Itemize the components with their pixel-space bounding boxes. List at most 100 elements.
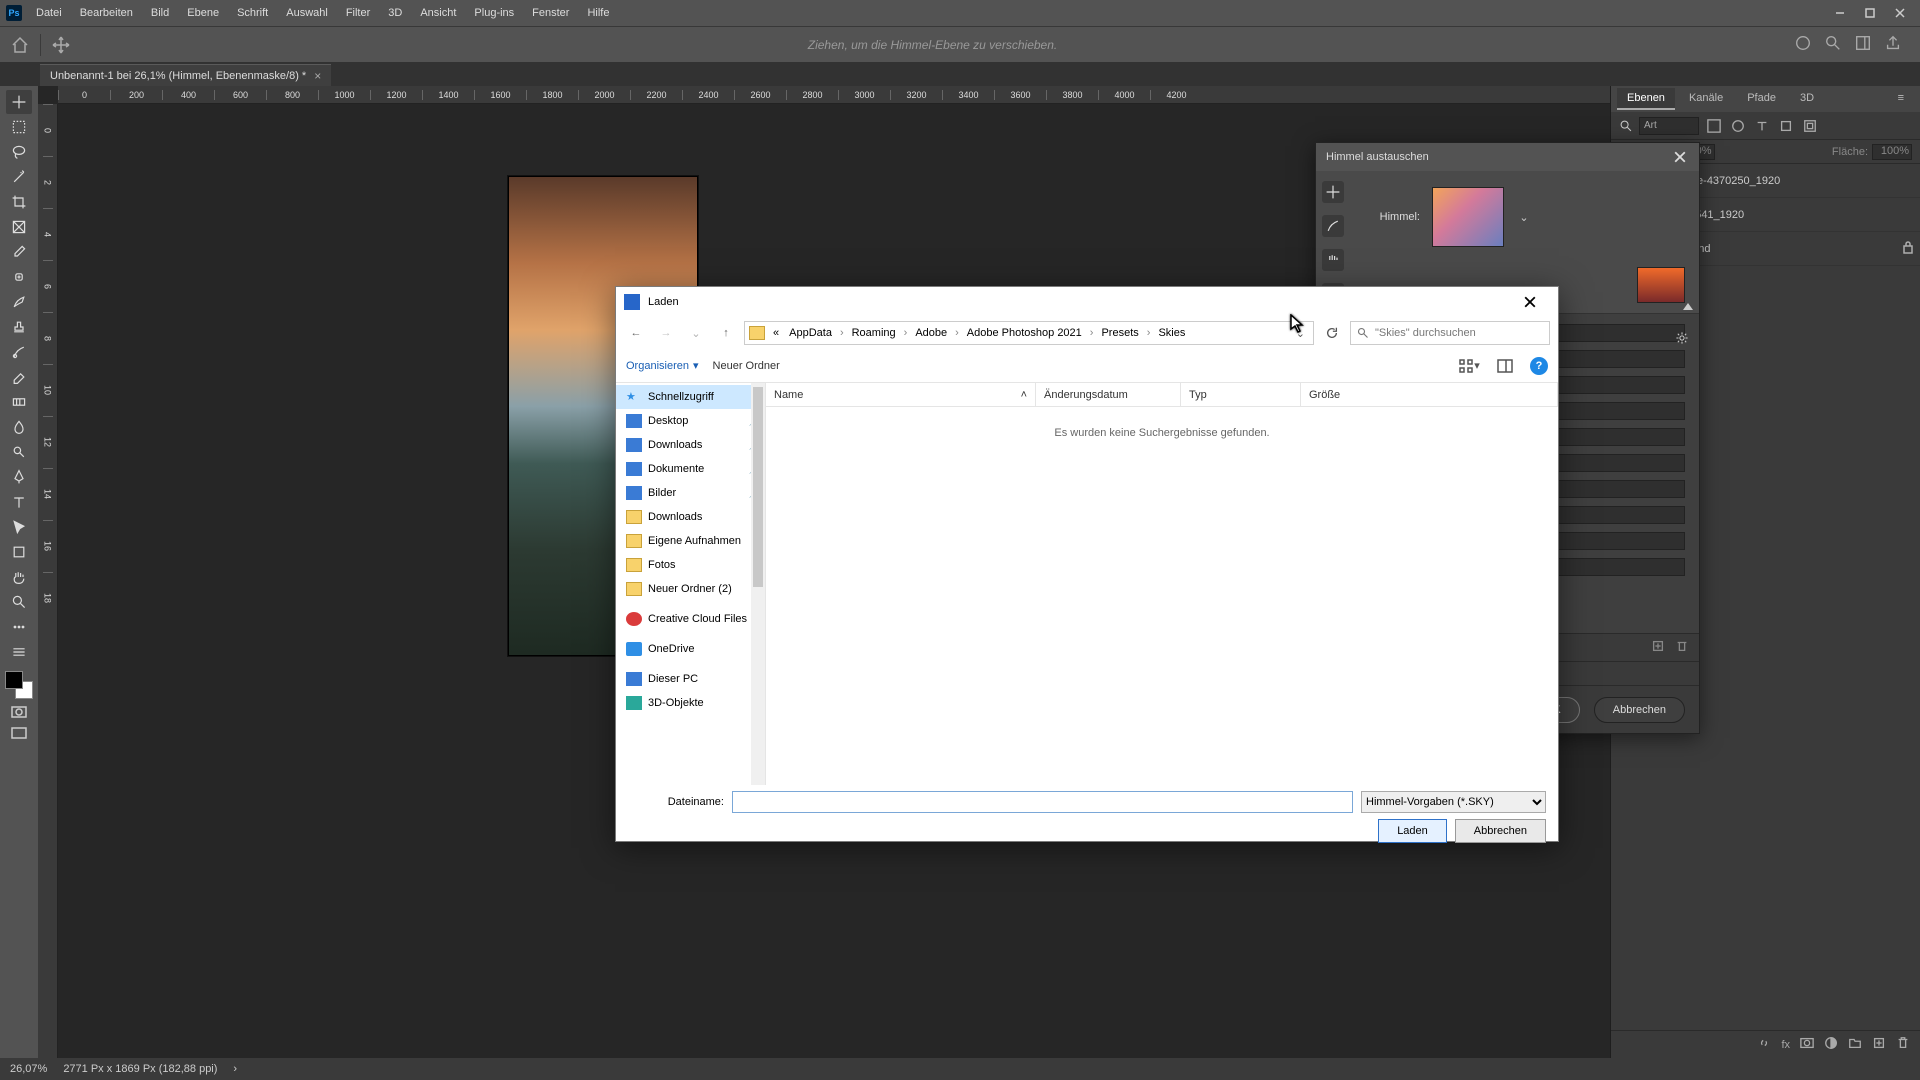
eraser-tool[interactable] [6,365,32,389]
tree-pictures[interactable]: Bilder📌 [616,481,765,505]
menu-window[interactable]: Fenster [524,3,577,23]
search-icon[interactable] [1824,34,1842,55]
brush-tool[interactable] [6,290,32,314]
sky-preset-thumb[interactable] [1432,187,1504,247]
tree-desktop[interactable]: Desktop📌 [616,409,765,433]
open-button[interactable]: Laden [1378,819,1447,843]
menu-help[interactable]: Hilfe [579,3,617,23]
pen-tool[interactable] [6,465,32,489]
more-tools[interactable] [6,615,32,639]
filetype-select[interactable]: Himmel-Vorgaben (*.SKY) [1361,791,1546,813]
filename-input[interactable] [732,791,1353,813]
menu-file[interactable]: Datei [28,3,70,23]
edit-toolbar[interactable] [6,640,32,664]
healing-tool[interactable] [6,265,32,289]
nav-forward[interactable]: → [654,321,678,345]
nav-up[interactable]: ↑ [714,321,738,345]
nav-recent[interactable]: ⌄ [684,321,708,345]
menu-view[interactable]: Ansicht [412,3,464,23]
help-icon[interactable]: ? [1530,357,1548,375]
window-minimize[interactable] [1826,3,1854,23]
stamp-tool[interactable] [6,315,32,339]
frame-tool[interactable] [6,215,32,239]
shape-tool[interactable] [6,540,32,564]
sky-brush-tool[interactable] [1322,215,1344,237]
tab-channels[interactable]: Kanäle [1679,88,1733,110]
filter-image-icon[interactable] [1705,117,1723,135]
menu-layer[interactable]: Ebene [179,3,227,23]
window-close[interactable] [1886,3,1914,23]
chevron-down-icon[interactable]: ⌄ [1516,187,1532,247]
wand-tool[interactable] [6,165,32,189]
home-icon[interactable] [10,35,30,55]
address-bar[interactable]: « AppData› Roaming› Adobe› Adobe Photosh… [744,321,1314,345]
tree-folder[interactable]: Eigene Aufnahmen [616,529,765,553]
zoom-tool[interactable] [6,590,32,614]
menu-filter[interactable]: Filter [338,3,378,23]
panel-menu-icon[interactable]: ≡ [1888,88,1914,110]
new-folder-button[interactable]: Neuer Ordner [713,360,780,372]
refresh-icon[interactable] [1320,321,1344,345]
new-preset-icon[interactable] [1651,639,1665,656]
tab-paths[interactable]: Pfade [1737,88,1786,110]
view-mode-icon[interactable]: ▾ [1458,355,1480,377]
chevron-right-icon[interactable]: › [233,1063,237,1075]
tree-this-pc[interactable]: Dieser PC [616,667,765,691]
marquee-tool[interactable] [6,115,32,139]
filter-smart-icon[interactable] [1801,117,1819,135]
new-layer-icon[interactable] [1872,1036,1886,1053]
close-icon[interactable] [1510,290,1550,314]
gear-icon[interactable] [1675,331,1689,348]
breadcrumb[interactable]: Roaming [848,327,900,339]
trash-icon[interactable] [1896,1036,1910,1053]
close-icon[interactable] [1671,148,1689,166]
tree-scrollbar[interactable] [751,383,765,785]
tree-quickaccess[interactable]: ★Schnellzugriff [616,385,765,409]
trash-icon[interactable] [1675,639,1689,656]
fill-value[interactable]: 100% [1872,144,1912,160]
chevron-down-icon[interactable]: ⌄ [1292,327,1309,340]
quickmask-icon[interactable] [8,704,30,720]
menu-type[interactable]: Schrift [229,3,276,23]
breadcrumb[interactable]: Skies [1154,327,1189,339]
col-name[interactable]: Name ˄ [766,383,1036,406]
adjustment-icon[interactable] [1824,1036,1838,1053]
tree-folder[interactable]: Fotos [616,553,765,577]
screenmode-icon[interactable] [8,725,30,741]
group-icon[interactable] [1848,1036,1862,1053]
tree-downloads[interactable]: Downloads📌 [616,433,765,457]
sky-move-tool[interactable] [1322,181,1344,203]
tab-3d[interactable]: 3D [1790,88,1824,110]
organize-button[interactable]: Organisieren ▾ [626,359,699,372]
blur-tool[interactable] [6,415,32,439]
hand-tool[interactable] [6,565,32,589]
folder-tree[interactable]: ★Schnellzugriff Desktop📌 Downloads📌 Doku… [616,383,766,785]
link-icon[interactable] [1757,1036,1771,1053]
sky-hand-tool[interactable] [1322,249,1344,271]
color-wells[interactable] [5,671,33,699]
search-icon[interactable] [1619,119,1633,133]
filter-adjust-icon[interactable] [1729,117,1747,135]
cloud-icon[interactable] [1794,34,1812,55]
col-date[interactable]: Änderungsdatum [1036,383,1181,406]
fx-icon[interactable]: fx [1781,1039,1790,1051]
tree-3d-objects[interactable]: 3D-Objekte [616,691,765,715]
window-maximize[interactable] [1856,3,1884,23]
eyedropper-tool[interactable] [6,240,32,264]
tab-layers[interactable]: Ebenen [1617,88,1675,110]
tree-onedrive[interactable]: OneDrive [616,637,765,661]
type-tool[interactable] [6,490,32,514]
filter-type-icon[interactable] [1753,117,1771,135]
mask-icon[interactable] [1800,1036,1814,1053]
col-size[interactable]: Größe [1301,383,1558,406]
menu-select[interactable]: Auswahl [278,3,336,23]
search-input[interactable]: "Skies" durchsuchen [1350,321,1550,345]
path-select-tool[interactable] [6,515,32,539]
cancel-button[interactable]: Abbrechen [1594,697,1685,723]
breadcrumb[interactable]: Adobe [911,327,951,339]
move-tool[interactable] [6,90,32,114]
file-list[interactable]: Name ˄ Änderungsdatum Typ Größe Es wurde… [766,383,1558,785]
filter-shape-icon[interactable] [1777,117,1795,135]
lasso-tool[interactable] [6,140,32,164]
sky-alt-thumb[interactable] [1637,267,1685,303]
